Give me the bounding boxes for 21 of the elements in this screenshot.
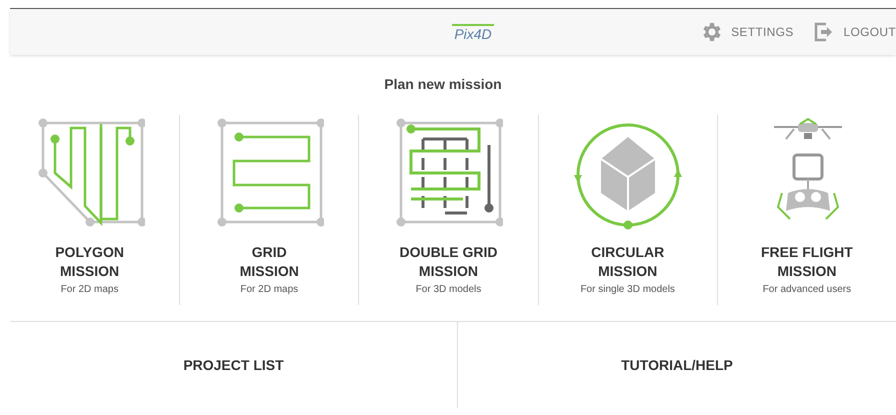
project-list-button[interactable]: PROJECT LIST bbox=[10, 322, 457, 408]
mission-title: POLYGON MISSION bbox=[55, 243, 124, 281]
mission-card[interactable]: POLYGON MISSION For 2D maps bbox=[0, 115, 180, 305]
mission-description: For 2D maps bbox=[60, 283, 118, 297]
mission-card[interactable]: DOUBLE GRID MISSION For 3D models bbox=[358, 115, 538, 305]
settings-button[interactable]: SETTINGS bbox=[699, 20, 794, 44]
mission-card[interactable]: GRID MISSION For 2D maps bbox=[179, 115, 358, 305]
logout-button[interactable]: LOGOUT bbox=[812, 20, 896, 44]
mission-description: For single 3D models bbox=[580, 283, 675, 297]
mission-card[interactable]: FREE FLIGHT MISSION For advanced users bbox=[716, 115, 896, 305]
mission-title: CIRCULAR MISSION bbox=[591, 243, 664, 281]
logo: Pix4D bbox=[452, 24, 494, 40]
mission-title: GRID MISSION bbox=[240, 243, 299, 281]
mission-description: For 2D maps bbox=[240, 283, 298, 297]
mission-description: For advanced users bbox=[762, 283, 852, 297]
mission-title: DOUBLE GRID MISSION bbox=[399, 243, 498, 281]
mission-description: For 3D models bbox=[416, 283, 482, 297]
page-title: Plan new mission bbox=[384, 75, 502, 94]
tutorial-help-button[interactable]: TUTORIAL/HELP bbox=[457, 322, 896, 408]
mission-title: FREE FLIGHT MISSION bbox=[761, 243, 853, 281]
mission-card[interactable]: CIRCULAR MISSION For single 3D models bbox=[538, 115, 717, 305]
